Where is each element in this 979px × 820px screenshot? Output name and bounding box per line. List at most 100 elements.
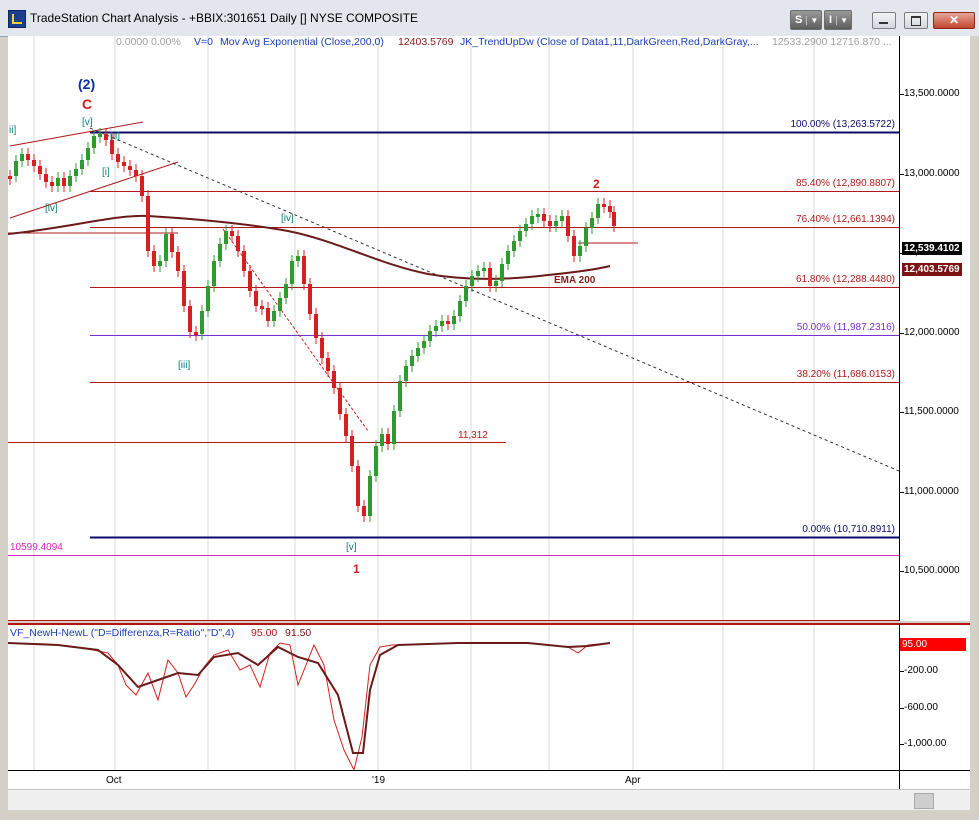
wave-ii-label: [ii] <box>110 131 120 142</box>
candle-body <box>494 281 498 286</box>
candle-body <box>476 271 480 276</box>
candle-body <box>8 176 12 179</box>
minimize-button[interactable] <box>872 12 896 29</box>
candle-body <box>560 216 564 221</box>
candle-body <box>446 321 450 324</box>
candle-body <box>104 134 108 140</box>
candle-body <box>374 446 378 476</box>
candle-body <box>368 476 372 516</box>
candle-body <box>218 244 222 261</box>
indicator-chart[interactable]: VF_NewH-NewL ("D=Differenza,R=Ratio","D"… <box>8 623 899 770</box>
candle-body <box>110 140 114 154</box>
header-trend: JK_TrendUpDw (Close of Data1,11,DarkGree… <box>460 36 759 48</box>
candle-body <box>320 338 324 358</box>
candle-body <box>548 221 552 226</box>
price-chart[interactable]: 0.0000 0.00% V=0 Mov Avg Exponential (Cl… <box>8 36 899 621</box>
candle-body <box>392 411 396 444</box>
i-dropdown-button[interactable]: I ▼ <box>824 10 852 30</box>
horizontal-scrollbar[interactable] <box>8 789 970 810</box>
candle-body <box>86 148 90 160</box>
price-tick-label: 13,000.0000 <box>904 168 960 179</box>
candle-body <box>32 160 36 166</box>
scrollbar-thumb[interactable] <box>914 793 934 809</box>
close-button[interactable]: ✕ <box>933 12 975 29</box>
wave-i-label: [i] <box>102 167 110 178</box>
candle-body <box>14 161 18 176</box>
candle-body <box>140 176 144 196</box>
tradestation-logo-icon <box>8 10 26 28</box>
candle-body <box>302 256 306 284</box>
candle-body <box>224 231 228 244</box>
candle-body <box>164 234 168 261</box>
candle-body <box>356 466 360 506</box>
x-label-apr: Apr <box>625 775 641 786</box>
candle-body <box>194 332 198 335</box>
candle-body <box>380 434 384 446</box>
downtrend-dotted-line <box>89 127 899 472</box>
ema-200-label: EMA 200 <box>554 275 596 286</box>
candle-body <box>200 311 204 334</box>
price-chart-svg <box>8 36 899 621</box>
candle-body <box>278 298 282 311</box>
restore-icon <box>911 16 921 26</box>
candle-body <box>206 286 210 311</box>
ema-price-label: 12,403.5769 <box>902 263 962 276</box>
indicator-value-1: 95.00 <box>251 627 278 639</box>
wave-2-paren-label: (2) <box>78 76 96 92</box>
fib-level-label: 38.20% (11,686.0153) <box>796 368 895 380</box>
candle-body <box>416 348 420 356</box>
candle-body <box>362 506 366 516</box>
candle-body <box>152 251 156 266</box>
candle-body <box>68 176 72 186</box>
maximize-button[interactable] <box>904 12 928 29</box>
indicator-axis[interactable]: 95.00 -200.00 -600.00 -1,000.00 <box>899 623 971 770</box>
fib-level-label: 61.80% (12,288.4480) <box>796 273 895 285</box>
fib-level-label: 85.40% (12,890.8807) <box>796 177 895 189</box>
candle-body <box>260 306 264 309</box>
wave-ii-left-label: ii] <box>9 125 17 136</box>
candle-body <box>506 251 510 264</box>
indicator-tick: -1,000.00 <box>904 738 947 749</box>
candle-body <box>584 228 588 246</box>
candle-body <box>122 162 126 166</box>
candle-body <box>74 169 78 176</box>
candle-body <box>92 136 96 148</box>
title-bar: TradeStation Chart Analysis - +BBIX:3016… <box>0 0 979 37</box>
s-button-label: S <box>795 14 803 26</box>
header-trend-values: 12533.2900 12716.870 ... <box>772 36 892 48</box>
candle-body <box>44 174 48 182</box>
price-axis[interactable]: 13,500.000013,000.000012,500.000012,000.… <box>899 36 971 621</box>
indicator-chart-svg <box>8 625 815 770</box>
price-tick-label: 10,500.0000 <box>904 565 960 576</box>
candle-body <box>170 234 174 252</box>
wave-iv-left-label: [iv] <box>45 203 58 214</box>
s-dropdown-button[interactable]: S ▼ <box>790 10 823 30</box>
candle-body <box>338 388 342 414</box>
candle-body <box>116 154 120 162</box>
close-icon: ✕ <box>949 13 960 27</box>
candle-body <box>296 256 300 261</box>
candle-body <box>578 246 582 256</box>
candle-body <box>590 218 594 228</box>
indicator-title: VF_NewH-NewL ("D=Differenza,R=Ratio","D"… <box>10 627 235 639</box>
candle-body <box>440 321 444 326</box>
candle-body <box>314 314 318 338</box>
window-right-border <box>970 36 979 789</box>
time-axis[interactable]: Oct '19 Apr <box>8 770 899 789</box>
candle-body <box>608 206 612 212</box>
candle-body <box>500 264 504 281</box>
candle-body <box>80 160 84 169</box>
x-label-oct: Oct <box>106 775 122 786</box>
candle-body <box>242 251 246 271</box>
price-tick-label: 11,000.0000 <box>904 486 959 497</box>
candle-body <box>482 268 486 271</box>
wave-1-label: 1 <box>353 562 360 576</box>
candle-body <box>326 358 330 371</box>
indicator-tick: -600.00 <box>904 702 938 713</box>
header-ohlc: 0.0000 0.00% <box>116 36 181 48</box>
fib-level-label: 76.40% (12,661.1394) <box>796 213 895 225</box>
candle-body <box>38 166 42 174</box>
x-label-2019: '19 <box>372 775 386 786</box>
candle-body <box>452 316 456 324</box>
wave-v-top-label: [v] <box>82 117 93 128</box>
